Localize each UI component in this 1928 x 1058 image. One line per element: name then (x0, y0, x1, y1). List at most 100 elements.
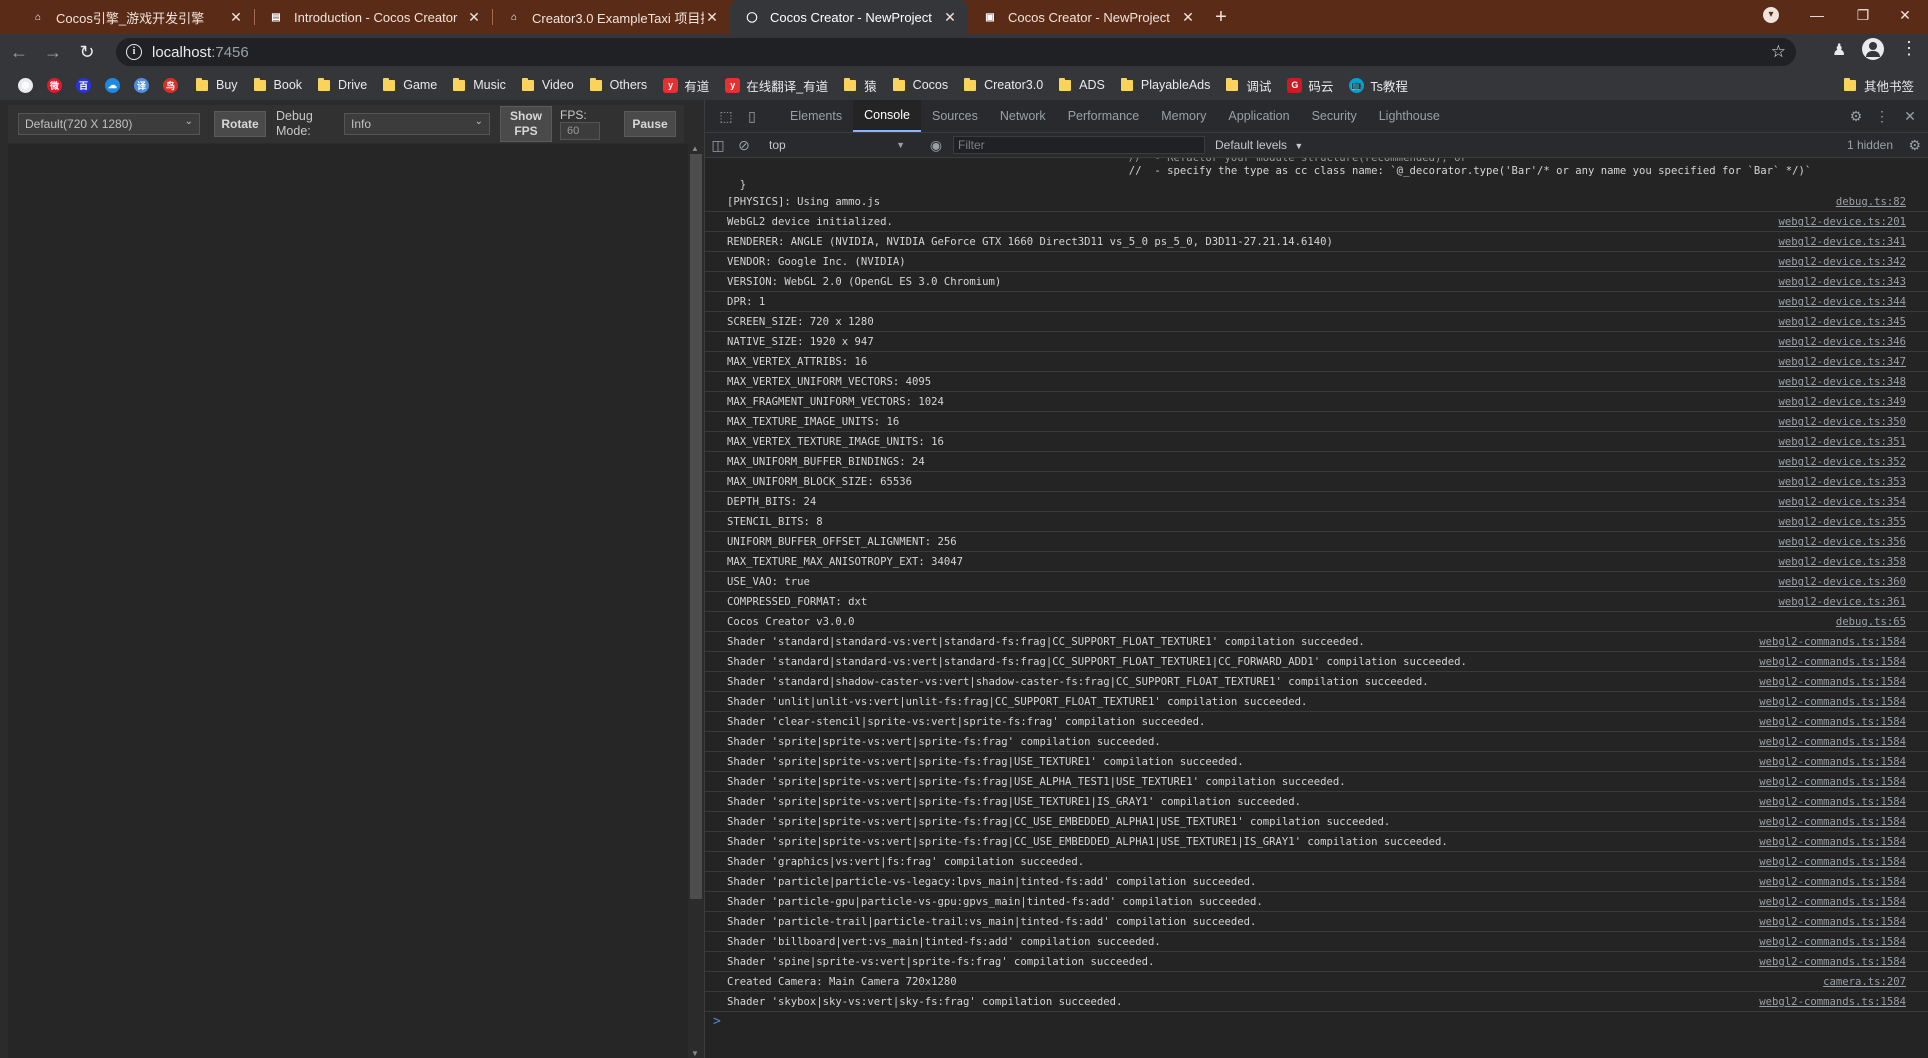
close-tab-icon[interactable]: ✕ (1180, 9, 1196, 26)
bookmark-item[interactable]: y 有道 (655, 73, 717, 97)
bookmark-icon-item[interactable]: 鸟 (159, 73, 188, 97)
menu-kebab-icon[interactable]: ⋮ (1900, 39, 1918, 57)
source-link[interactable]: webgl2-device.ts:343 (1778, 272, 1906, 291)
source-link[interactable]: webgl2-commands.ts:1584 (1759, 892, 1906, 911)
close-tab-icon[interactable]: ✕ (466, 9, 482, 26)
close-devtools-icon[interactable]: ✕ (1897, 100, 1923, 132)
extension-icon[interactable]: ♟ (1832, 40, 1846, 60)
bookmark-item[interactable]: Music (445, 73, 514, 97)
other-bookmarks[interactable]: 其他书签 (1836, 73, 1922, 97)
source-link[interactable]: webgl2-device.ts:345 (1778, 312, 1906, 331)
source-link[interactable]: webgl2-commands.ts:1584 (1759, 712, 1906, 731)
sidebar-toggle-icon[interactable]: ◫ (705, 133, 731, 157)
info-icon[interactable]: i (126, 44, 142, 60)
more-options-icon[interactable]: ⋮ (1869, 100, 1895, 132)
source-link[interactable]: debug.ts:65 (1836, 612, 1906, 631)
devtools-tab-sources[interactable]: Sources (921, 100, 989, 132)
close-tab-icon[interactable]: ✕ (704, 9, 720, 26)
source-link[interactable]: webgl2-commands.ts:1584 (1759, 912, 1906, 931)
show-fps-button[interactable]: Show FPS (500, 106, 552, 142)
bookmark-icon-item[interactable]: 微 (43, 73, 72, 97)
scrollbar-thumb[interactable] (690, 154, 702, 899)
devtools-tab-lighthouse[interactable]: Lighthouse (1368, 100, 1451, 132)
source-link[interactable]: webgl2-device.ts:360 (1778, 572, 1906, 591)
source-link[interactable]: debug.ts:82 (1836, 192, 1906, 211)
console-prompt[interactable]: > (705, 1012, 1928, 1032)
forward-button[interactable]: → (38, 37, 68, 67)
pause-button[interactable]: Pause (624, 111, 676, 137)
close-tab-icon[interactable]: ✕ (942, 9, 958, 26)
bookmark-item[interactable]: Buy (188, 73, 246, 97)
source-link[interactable]: webgl2-device.ts:354 (1778, 492, 1906, 511)
source-link[interactable]: webgl2-commands.ts:1584 (1759, 832, 1906, 851)
browser-tab[interactable]: ⌂ Cocos引擎_游戏开发引擎 ✕ (16, 0, 254, 34)
preview-scrollbar[interactable]: ▲ ▼ (688, 144, 704, 1058)
source-link[interactable]: camera.ts:207 (1823, 972, 1906, 991)
bookmark-item[interactable]: Game (375, 73, 445, 97)
debug-mode-select[interactable]: Info ⌄ (344, 113, 490, 135)
browser-tab[interactable]: ▣ Cocos Creator - NewProject ✕ (968, 0, 1206, 34)
source-link[interactable]: webgl2-device.ts:344 (1778, 292, 1906, 311)
rotate-button[interactable]: Rotate (214, 111, 266, 137)
context-select[interactable]: top ▼ (765, 135, 909, 155)
source-link[interactable]: webgl2-commands.ts:1584 (1759, 772, 1906, 791)
bookmark-item[interactable]: Creator3.0 (956, 73, 1051, 97)
profile-avatar[interactable] (1862, 38, 1884, 60)
bookmark-item[interactable]: 📺 Ts教程 (1341, 73, 1416, 97)
scroll-up-icon[interactable]: ▲ (691, 144, 699, 153)
inspect-element-icon[interactable]: ⬚ (713, 100, 739, 132)
source-link[interactable]: webgl2-device.ts:356 (1778, 532, 1906, 551)
log-levels-select[interactable]: Default levels ▼ (1215, 138, 1303, 152)
address-bar[interactable]: i localhost:7456 ☆ (116, 38, 1796, 66)
bookmark-star-icon[interactable]: ☆ (1771, 42, 1786, 62)
source-link[interactable]: webgl2-device.ts:350 (1778, 412, 1906, 431)
bookmark-item[interactable]: ADS (1051, 73, 1113, 97)
minimize-button[interactable]: — (1794, 0, 1840, 30)
settings-gear-icon[interactable]: ⚙ (1843, 100, 1869, 132)
browser-tab[interactable]: ▤ Introduction - Cocos Creator ✕ (254, 0, 492, 34)
source-link[interactable]: webgl2-commands.ts:1584 (1759, 872, 1906, 891)
bookmark-icon-item[interactable]: 百 (72, 73, 101, 97)
close-tab-icon[interactable]: ✕ (228, 9, 244, 26)
scroll-down-icon[interactable]: ▼ (691, 1049, 699, 1058)
source-link[interactable]: webgl2-device.ts:341 (1778, 232, 1906, 251)
back-button[interactable]: ← (4, 37, 34, 67)
source-link[interactable]: webgl2-device.ts:346 (1778, 332, 1906, 351)
devtools-tab-console[interactable]: Console (853, 100, 921, 132)
devtools-tab-application[interactable]: Application (1217, 100, 1300, 132)
device-select[interactable]: Default(720 X 1280) ⌄ (18, 113, 200, 135)
source-link[interactable]: webgl2-commands.ts:1584 (1759, 672, 1906, 691)
devtools-tab-memory[interactable]: Memory (1150, 100, 1217, 132)
devtools-tab-security[interactable]: Security (1301, 100, 1368, 132)
restore-button[interactable]: ❐ (1840, 0, 1886, 30)
clear-console-icon[interactable]: ⊘ (731, 133, 757, 157)
source-link[interactable]: webgl2-device.ts:348 (1778, 372, 1906, 391)
source-link[interactable]: webgl2-commands.ts:1584 (1759, 692, 1906, 711)
source-link[interactable]: webgl2-device.ts:353 (1778, 472, 1906, 491)
source-link[interactable]: webgl2-device.ts:201 (1778, 212, 1906, 231)
bookmark-item[interactable]: 猿 (836, 73, 885, 97)
browser-tab[interactable]: ◯ Cocos Creator - NewProject ✕ (730, 0, 968, 34)
bookmark-item[interactable]: Others (582, 73, 656, 97)
bookmark-item[interactable]: Cocos (885, 73, 956, 97)
source-link[interactable]: webgl2-device.ts:352 (1778, 452, 1906, 471)
game-canvas[interactable] (8, 144, 690, 1058)
tab-search-button[interactable]: ▾ (1748, 0, 1794, 30)
bookmark-item[interactable]: 调试 (1218, 73, 1279, 97)
close-window-button[interactable]: ✕ (1882, 0, 1928, 30)
device-toolbar-icon[interactable]: ▯ (739, 100, 765, 132)
source-link[interactable]: webgl2-commands.ts:1584 (1759, 812, 1906, 831)
bookmark-item[interactable]: Book (246, 73, 311, 97)
new-tab-button[interactable]: + (1206, 0, 1236, 34)
bookmark-item[interactable]: Video (514, 73, 582, 97)
devtools-tab-elements[interactable]: Elements (779, 100, 853, 132)
bookmark-icon-item[interactable]: 译 (130, 73, 159, 97)
bookmark-icon-item[interactable]: ◉ (14, 73, 43, 97)
bookmark-item[interactable]: PlayableAds (1113, 73, 1219, 97)
source-link[interactable]: webgl2-device.ts:349 (1778, 392, 1906, 411)
source-link[interactable]: webgl2-commands.ts:1584 (1759, 992, 1906, 1011)
console-settings-gear-icon[interactable]: ⚙ (1908, 137, 1921, 154)
source-link[interactable]: webgl2-commands.ts:1584 (1759, 852, 1906, 871)
source-link[interactable]: webgl2-device.ts:358 (1778, 552, 1906, 571)
devtools-tab-performance[interactable]: Performance (1057, 100, 1151, 132)
